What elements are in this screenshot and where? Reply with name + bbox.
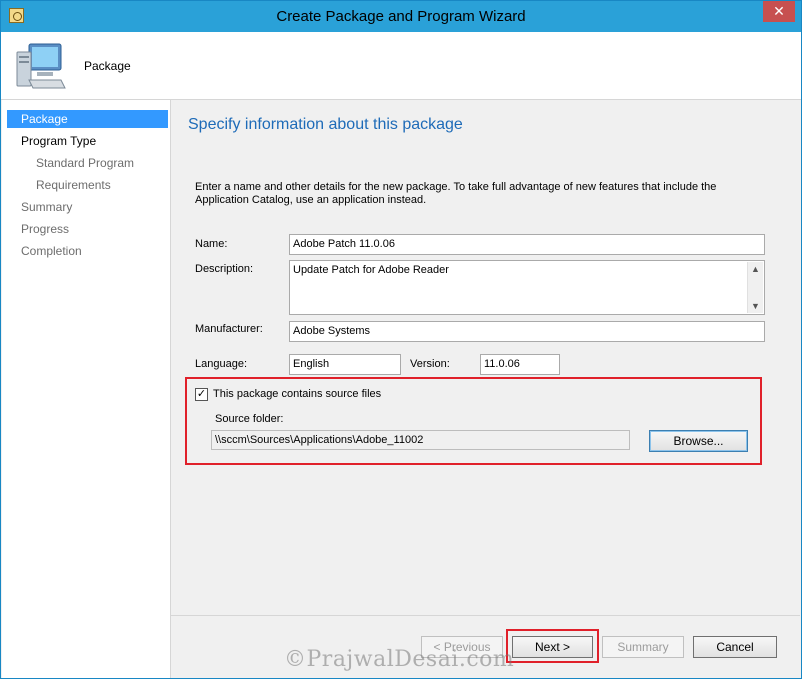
source-folder-label: Source folder: [215, 413, 284, 425]
watermark-text: ©PrajwalDesai.com [284, 647, 515, 672]
version-input[interactable]: 11.0.06 [480, 354, 560, 375]
title-bar[interactable]: Create Package and Program Wizard ✕ [1, 1, 801, 32]
scroll-down-icon[interactable]: ▼ [748, 301, 763, 311]
step-program-type[interactable]: Program Type [7, 132, 168, 150]
source-files-checkbox[interactable]: ✓ [195, 388, 208, 401]
description-text: Update Patch for Adobe Reader [293, 264, 449, 276]
summary-button[interactable]: Summary [602, 636, 684, 658]
footer-divider [171, 615, 800, 616]
description-textarea[interactable]: Update Patch for Adobe Reader ▲ ▼ [289, 260, 765, 315]
step-progress[interactable]: Progress [7, 220, 168, 238]
page-heading: Specify information about this package [188, 116, 463, 133]
step-completion[interactable]: Completion [7, 242, 168, 260]
next-button[interactable]: Next > [512, 636, 593, 658]
window-title: Create Package and Program Wizard [276, 8, 526, 25]
scroll-up-icon[interactable]: ▲ [748, 264, 763, 274]
language-label: Language: [195, 358, 247, 370]
name-input[interactable]: Adobe Patch 11.0.06 [289, 234, 765, 255]
wizard-steps-sidebar: Package Program Type Standard Program Re… [2, 100, 171, 678]
step-package[interactable]: Package [7, 110, 168, 128]
browse-button[interactable]: Browse... [649, 430, 748, 452]
description-label: Description: [195, 263, 254, 275]
manufacturer-input[interactable]: Adobe Systems [289, 321, 765, 342]
intro-text: Enter a name and other details for the n… [195, 181, 717, 206]
name-label: Name: [195, 238, 228, 250]
source-files-label[interactable]: This package contains source files [213, 388, 381, 400]
language-input[interactable]: English [289, 354, 401, 375]
description-scrollbar[interactable]: ▲ ▼ [747, 262, 763, 313]
wizard-content: Specify information about this package E… [171, 100, 800, 615]
manufacturer-label: Manufacturer: [195, 323, 263, 335]
close-button[interactable]: ✕ [763, 1, 795, 22]
wizard-window: Create Package and Program Wizard ✕ Pack… [0, 0, 802, 679]
step-standard-program[interactable]: Standard Program [7, 154, 168, 172]
header-title: Package [84, 59, 131, 73]
wizard-header: Package [1, 32, 801, 100]
step-requirements[interactable]: Requirements [7, 176, 168, 194]
computer-icon [16, 43, 66, 89]
step-summary[interactable]: Summary [7, 198, 168, 216]
source-folder-input[interactable]: \\sccm\Sources\Applications\Adobe_11002 [211, 430, 630, 450]
cancel-button[interactable]: Cancel [693, 636, 777, 658]
version-label: Version: [410, 358, 450, 370]
